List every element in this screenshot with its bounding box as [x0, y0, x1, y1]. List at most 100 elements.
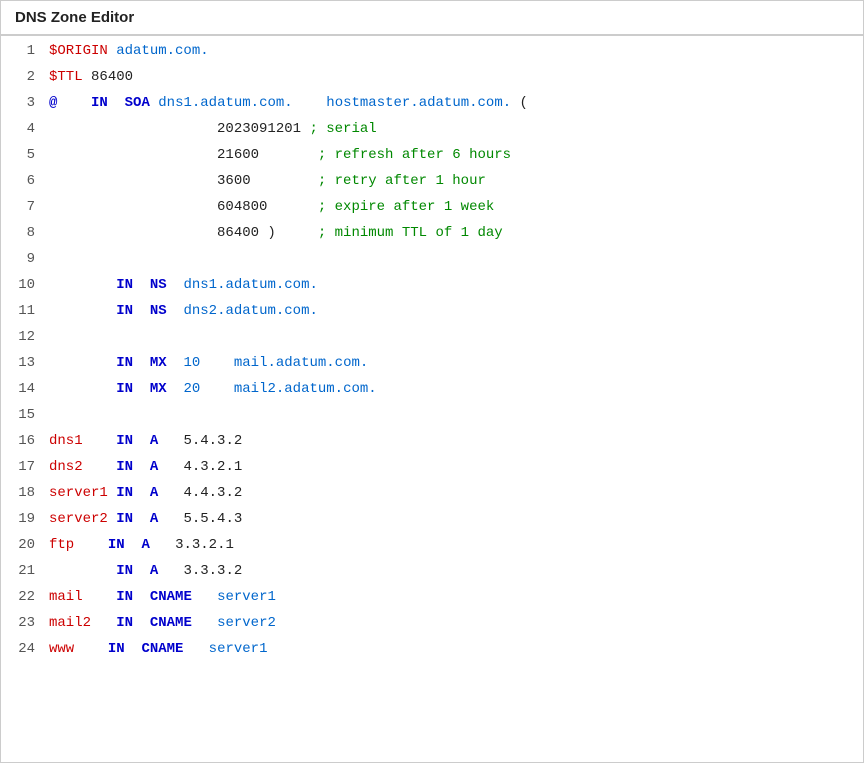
window: DNS Zone Editor 1$ORIGIN adatum.com.2$TT…	[0, 0, 864, 763]
comment-token: ; retry after 1 hour	[318, 173, 486, 189]
line-content: $ORIGIN adatum.com.	[49, 43, 863, 59]
line: 12	[1, 328, 863, 354]
line: 2$TTL 86400	[1, 68, 863, 94]
line-content	[49, 407, 863, 423]
line-number: 19	[1, 511, 49, 527]
text-token: 2023091201	[49, 121, 309, 137]
text-token	[133, 485, 150, 501]
text-token	[108, 589, 116, 605]
kw-token: IN	[116, 511, 133, 527]
line-number: 22	[1, 589, 49, 605]
domain-token: dns1.adatum.com.	[167, 277, 318, 293]
line: 4 2023091201 ; serial	[1, 120, 863, 146]
text-token	[133, 381, 150, 397]
directive-token: $ORIGIN	[49, 43, 108, 59]
title-bar: DNS Zone Editor	[1, 1, 863, 36]
line: 9	[1, 250, 863, 276]
line: 3@ IN SOA dns1.adatum.com. hostmaster.ad…	[1, 94, 863, 120]
text-token	[108, 615, 116, 631]
kw-token: SOA	[125, 95, 150, 111]
text-token	[133, 459, 150, 475]
text-token	[133, 303, 150, 319]
text-token: 4.3.2.1	[158, 459, 242, 475]
line-content: @ IN SOA dns1.adatum.com. hostmaster.ada…	[49, 95, 863, 111]
line: 24www IN CNAME server1	[1, 640, 863, 666]
text-token	[108, 95, 125, 111]
editor-area[interactable]: 1$ORIGIN adatum.com.2$TTL 864003@ IN SOA…	[1, 36, 863, 672]
line-number: 14	[1, 381, 49, 397]
text-token	[125, 537, 142, 553]
text-token	[49, 563, 116, 579]
line-content: 604800 ; expire after 1 week	[49, 199, 863, 215]
line-number: 24	[1, 641, 49, 657]
line-number: 12	[1, 329, 49, 345]
text-token	[49, 303, 116, 319]
line-content: IN MX 10 mail.adatum.com.	[49, 355, 863, 371]
kw-token: MX	[150, 381, 167, 397]
line: 23mail2 IN CNAME server2	[1, 614, 863, 640]
comment-token: ; minimum TTL of 1 day	[318, 225, 503, 241]
kw-token: IN	[108, 537, 125, 553]
line: 21 IN A 3.3.3.2	[1, 562, 863, 588]
line: 11 IN NS dns2.adatum.com.	[1, 302, 863, 328]
kw-token: IN	[116, 303, 133, 319]
text-token	[133, 355, 150, 371]
line-content	[49, 251, 863, 267]
window-title: DNS Zone Editor	[15, 9, 134, 26]
line: 5 21600 ; refresh after 6 hours	[1, 146, 863, 172]
domain-token: adatum.com.	[108, 43, 209, 59]
kw-token: A	[150, 485, 158, 501]
kw-token: IN	[116, 615, 133, 631]
line-content: dns1 IN A 5.4.3.2	[49, 433, 863, 449]
domain-token: 20 mail2.adatum.com.	[167, 381, 377, 397]
kw-token: IN	[116, 589, 133, 605]
line-number: 8	[1, 225, 49, 241]
line-number: 16	[1, 433, 49, 449]
kw-token: IN	[116, 381, 133, 397]
host-token: server1	[49, 485, 108, 501]
line-content: IN MX 20 mail2.adatum.com.	[49, 381, 863, 397]
line-number: 7	[1, 199, 49, 215]
domain-token: server2	[192, 615, 276, 631]
line: 18server1 IN A 4.4.3.2	[1, 484, 863, 510]
host-token: dns1	[49, 433, 108, 449]
kw-token: IN	[91, 95, 108, 111]
line: 8 86400 ) ; minimum TTL of 1 day	[1, 224, 863, 250]
text-token: 3.3.3.2	[158, 563, 242, 579]
host-token: mail	[49, 589, 108, 605]
domain-token: dns2.adatum.com.	[167, 303, 318, 319]
kw-token: CNAME	[150, 615, 192, 631]
line-content: IN A 3.3.3.2	[49, 563, 863, 579]
line: 20ftp IN A 3.3.2.1	[1, 536, 863, 562]
kw-token: NS	[150, 303, 167, 319]
text-token	[108, 459, 116, 475]
line-number: 10	[1, 277, 49, 293]
line-content	[49, 329, 863, 345]
text-token: 3600	[49, 173, 318, 189]
text-token	[125, 641, 142, 657]
line: 14 IN MX 20 mail2.adatum.com.	[1, 380, 863, 406]
line: 10 IN NS dns1.adatum.com.	[1, 276, 863, 302]
comment-token: ; refresh after 6 hours	[318, 147, 511, 163]
line: 1$ORIGIN adatum.com.	[1, 42, 863, 68]
host-token: ftp	[49, 537, 74, 553]
line: 19server2 IN A 5.5.4.3	[1, 510, 863, 536]
line-number: 2	[1, 69, 49, 85]
text-token	[133, 615, 150, 631]
line-number: 23	[1, 615, 49, 631]
line-number: 13	[1, 355, 49, 371]
line-content: mail2 IN CNAME server2	[49, 615, 863, 631]
host-token: www	[49, 641, 74, 657]
line-content: 86400 ) ; minimum TTL of 1 day	[49, 225, 863, 241]
text-token	[49, 277, 116, 293]
text-token	[133, 433, 150, 449]
kw-token: IN	[116, 355, 133, 371]
text-token: 86400 )	[49, 225, 318, 241]
text-token: 604800	[49, 199, 318, 215]
kw-token: IN	[116, 563, 133, 579]
text-token	[133, 277, 150, 293]
kw-token: A	[150, 459, 158, 475]
line-number: 11	[1, 303, 49, 319]
paren-token: (	[511, 95, 528, 111]
line-content: mail IN CNAME server1	[49, 589, 863, 605]
